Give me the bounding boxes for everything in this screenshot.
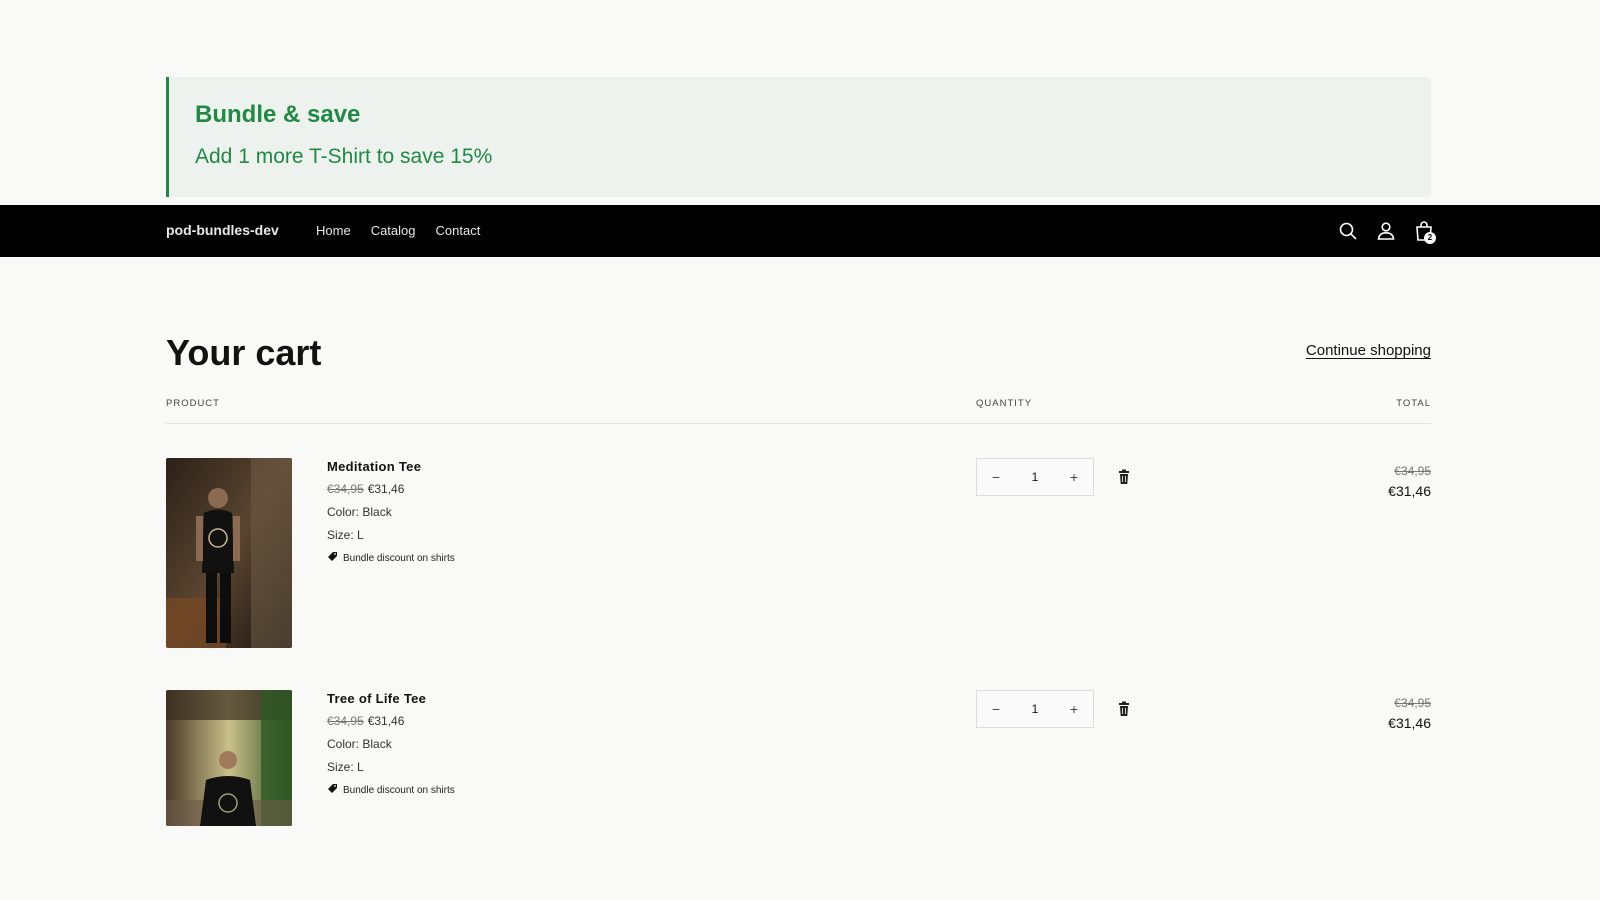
store-logo[interactable]: pod-bundles-dev bbox=[166, 222, 279, 238]
quantity-stepper: − 1 + bbox=[976, 458, 1094, 496]
item-color: Color: Black bbox=[327, 505, 392, 519]
page-title: Your cart bbox=[166, 332, 322, 373]
site-header: pod-bundles-dev Home Catalog Contact 2 bbox=[0, 205, 1600, 257]
tag-icon bbox=[327, 551, 338, 565]
quantity-stepper: − 1 + bbox=[976, 690, 1094, 728]
item-total: €34,95 €31,46 bbox=[1388, 464, 1431, 499]
trash-icon[interactable] bbox=[1117, 701, 1131, 717]
item-size: Size: L bbox=[327, 528, 364, 542]
quantity-input[interactable]: 1 bbox=[1015, 470, 1055, 484]
continue-shopping-link[interactable]: Continue shopping bbox=[1306, 342, 1431, 359]
item-info: Meditation Tee €34,95 €31,46 Color: Black… bbox=[327, 458, 455, 565]
cart-icon[interactable]: 2 bbox=[1412, 219, 1436, 244]
item-sale-price: €31,46 bbox=[367, 482, 405, 496]
banner-title: Bundle & save bbox=[195, 101, 361, 128]
main-nav: Home Catalog Contact bbox=[316, 223, 480, 238]
decrease-quantity-button[interactable]: − bbox=[977, 469, 1015, 485]
search-icon[interactable] bbox=[1336, 219, 1360, 243]
item-name[interactable]: Meditation Tee bbox=[327, 459, 455, 474]
cart-count-badge: 2 bbox=[1424, 232, 1436, 244]
item-color: Color: Black bbox=[327, 737, 392, 751]
item-total: €34,95 €31,46 bbox=[1388, 696, 1431, 731]
item-name[interactable]: Tree of Life Tee bbox=[327, 691, 455, 706]
tag-icon bbox=[327, 783, 338, 797]
item-size: Size: L bbox=[327, 760, 364, 774]
discount-label: Bundle discount on shirts bbox=[343, 552, 455, 564]
header-divider bbox=[166, 423, 1431, 424]
banner-text: Add 1 more T-Shirt to save 15% bbox=[195, 145, 493, 168]
nav-home[interactable]: Home bbox=[316, 223, 351, 238]
item-info: Tree of Life Tee €34,95 €31,46 Color: Bla… bbox=[327, 690, 455, 797]
product-image-meditation-tee[interactable] bbox=[166, 458, 292, 648]
decrease-quantity-button[interactable]: − bbox=[977, 701, 1015, 717]
item-sale-price: €31,46 bbox=[367, 714, 405, 728]
item-price: €34,95 €31,46 bbox=[327, 714, 455, 728]
discount-label: Bundle discount on shirts bbox=[343, 784, 455, 796]
item-original-price: €34,95 bbox=[327, 482, 364, 496]
column-header-product: PRODUCT bbox=[166, 398, 220, 409]
item-discount: Bundle discount on shirts bbox=[327, 551, 455, 565]
increase-quantity-button[interactable]: + bbox=[1055, 701, 1093, 717]
quantity-input[interactable]: 1 bbox=[1015, 702, 1055, 716]
item-total-price: €31,46 bbox=[1388, 715, 1431, 731]
item-total-price: €31,46 bbox=[1388, 483, 1431, 499]
nav-catalog[interactable]: Catalog bbox=[371, 223, 416, 238]
bundle-banner: Bundle & save Add 1 more T-Shirt to save… bbox=[166, 77, 1431, 197]
item-total-original: €34,95 bbox=[1394, 464, 1431, 478]
account-icon[interactable] bbox=[1374, 219, 1398, 243]
column-header-quantity: QUANTITY bbox=[976, 398, 1033, 409]
increase-quantity-button[interactable]: + bbox=[1055, 469, 1093, 485]
product-image-tree-of-life-tee[interactable] bbox=[166, 690, 292, 826]
item-total-original: €34,95 bbox=[1394, 696, 1431, 710]
item-price: €34,95 €31,46 bbox=[327, 482, 455, 496]
column-header-total: TOTAL bbox=[1396, 398, 1431, 409]
item-discount: Bundle discount on shirts bbox=[327, 783, 455, 797]
nav-contact[interactable]: Contact bbox=[436, 223, 481, 238]
item-original-price: €34,95 bbox=[327, 714, 364, 728]
trash-icon[interactable] bbox=[1117, 469, 1131, 485]
